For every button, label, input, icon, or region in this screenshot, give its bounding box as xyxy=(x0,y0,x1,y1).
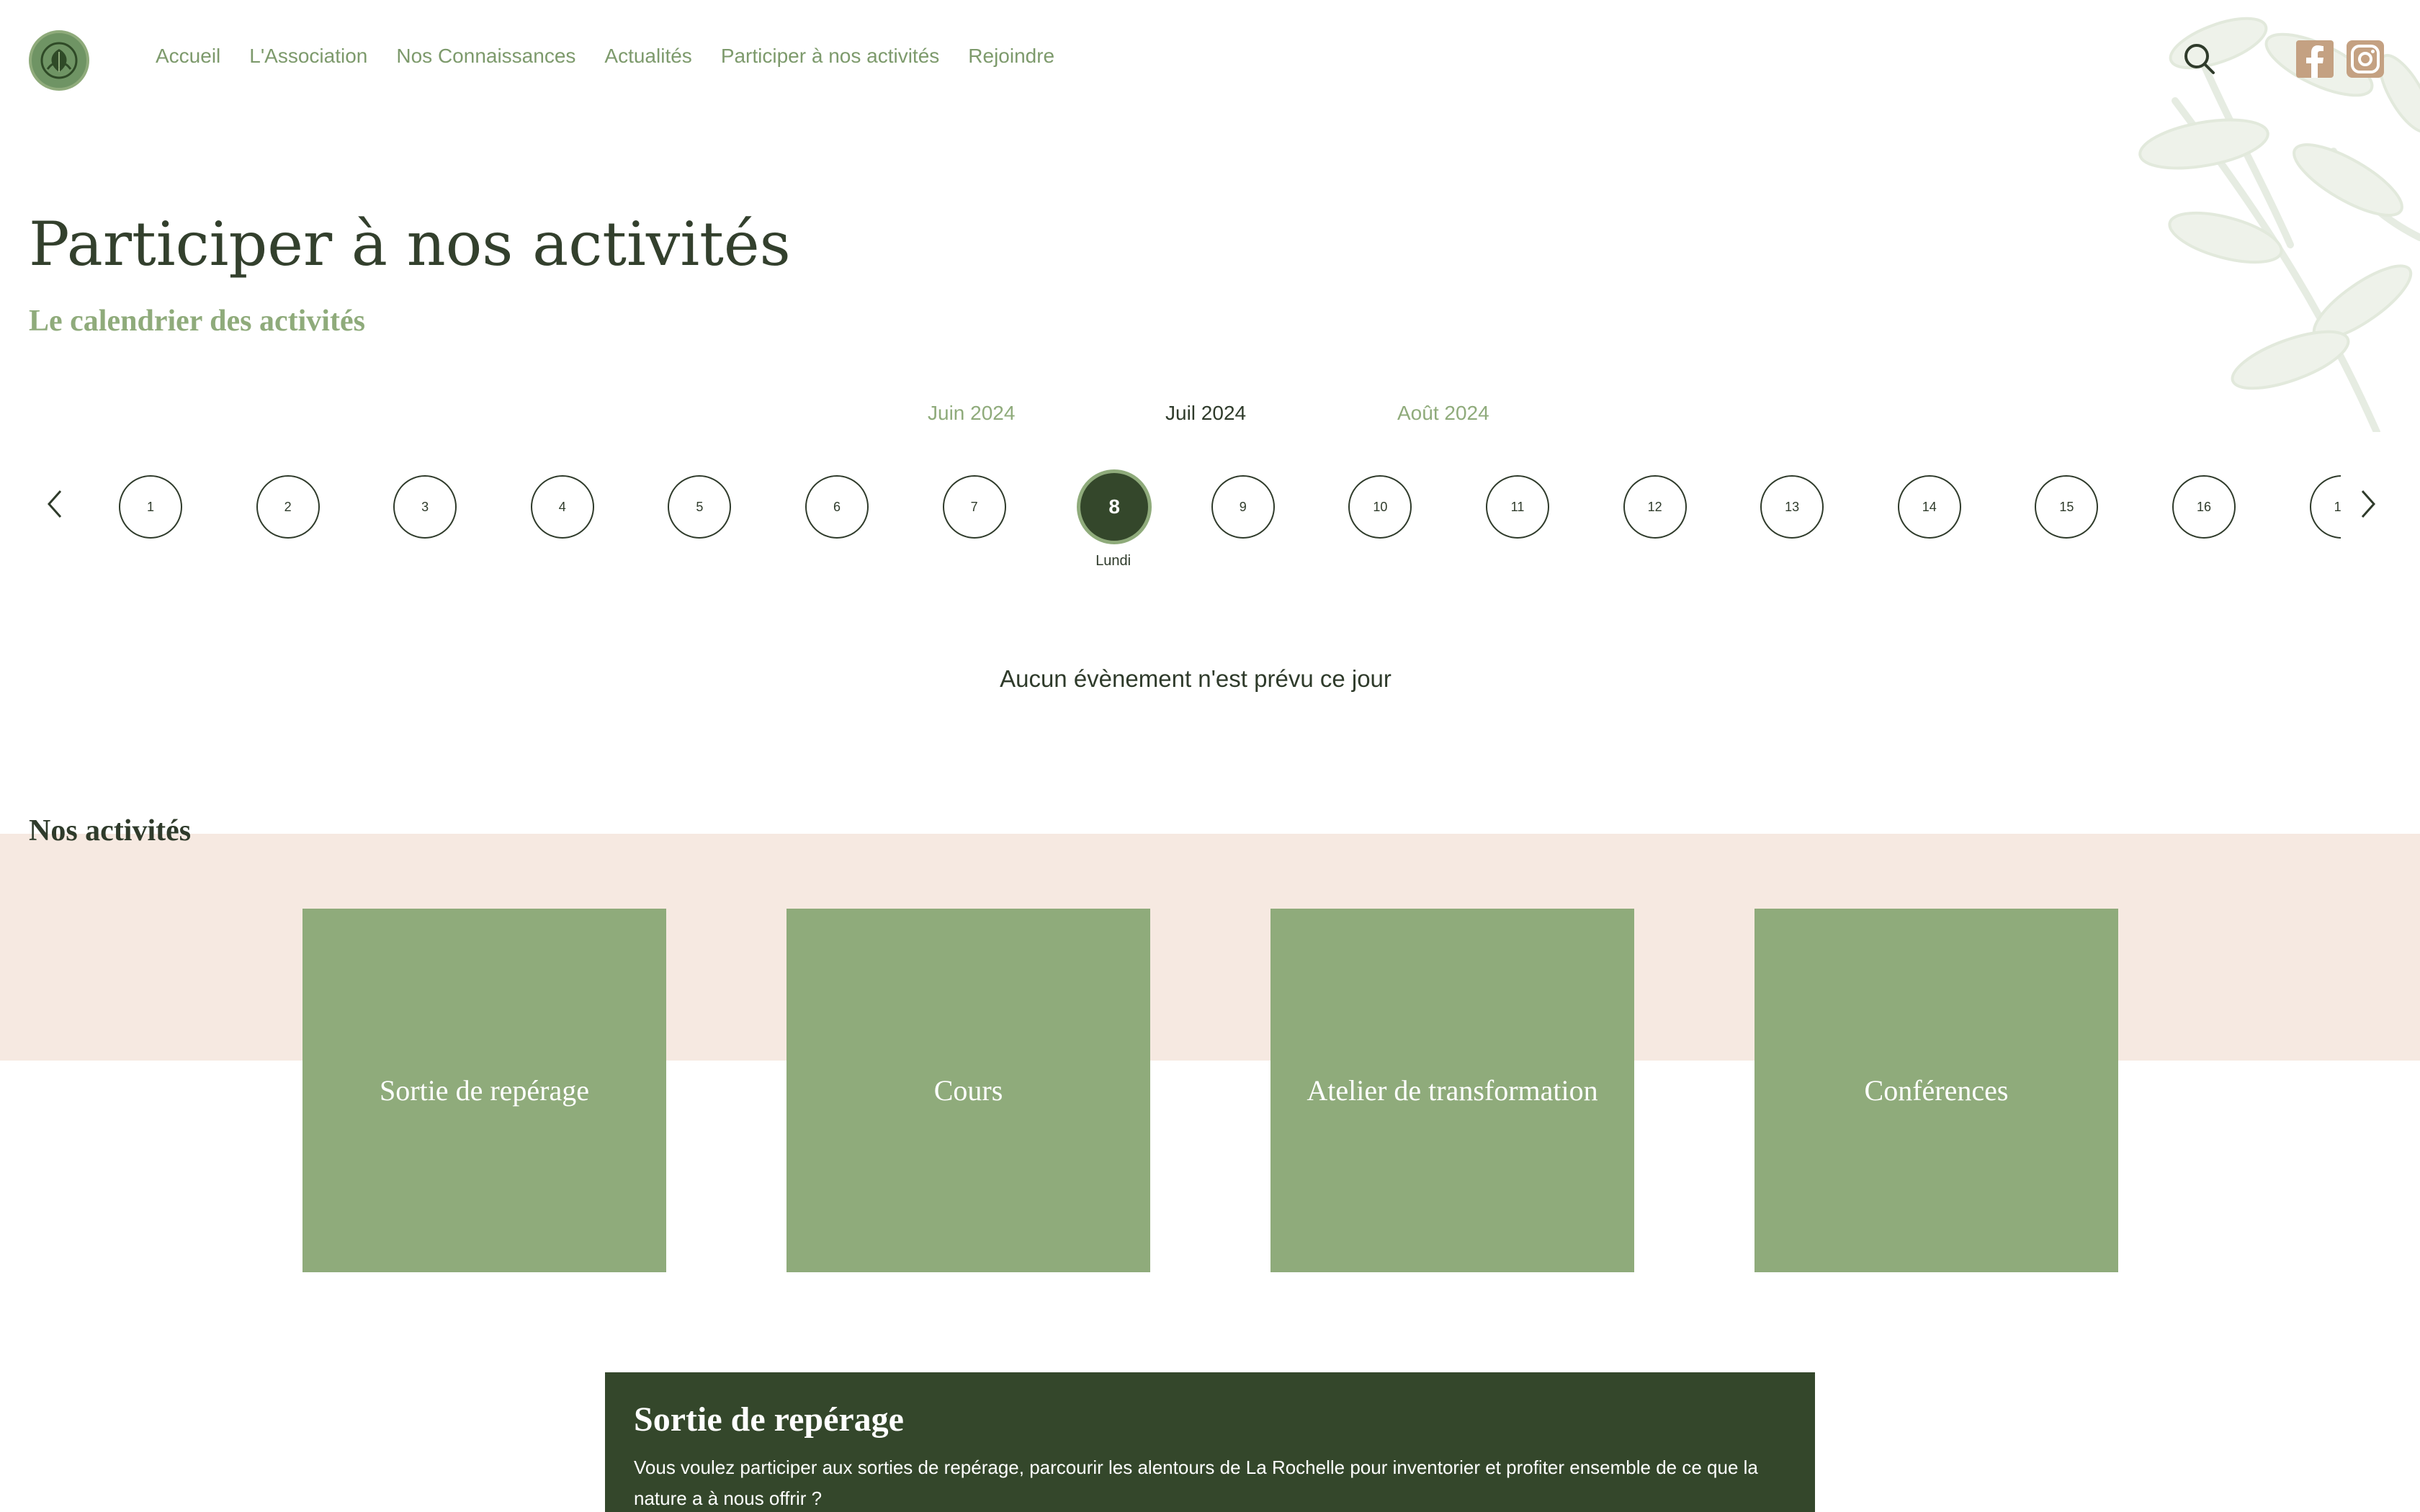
chevron-left-icon xyxy=(47,490,62,518)
day-circle-17[interactable]: 17 xyxy=(2309,475,2341,539)
nav-link-association[interactable]: L'Association xyxy=(249,45,367,68)
activity-card-label: Atelier de transformation xyxy=(1307,1074,1598,1107)
instagram-link[interactable] xyxy=(2347,40,2384,78)
day-circle-16[interactable]: 16 xyxy=(2172,475,2236,539)
main-navigation: Accueil L'Association Nos Connaissances … xyxy=(156,45,1054,68)
day-circle-5[interactable]: 5 xyxy=(668,475,732,539)
activity-card-sortie[interactable]: Sortie de repérage xyxy=(302,909,666,1272)
day-circle-3[interactable]: 3 xyxy=(393,475,457,539)
decorative-leaves xyxy=(2138,17,2420,432)
search-icon xyxy=(2184,44,2215,74)
leaf-logo-icon xyxy=(40,42,78,79)
activity-detail-text: Vous voulez participer aux sorties de re… xyxy=(634,1457,1758,1509)
day-circle-15[interactable]: 15 xyxy=(2035,475,2099,539)
day-circle-4[interactable]: 4 xyxy=(530,475,594,539)
activity-card-label: Sortie de repérage xyxy=(380,1074,589,1107)
activity-card-conferences[interactable]: Conférences xyxy=(1754,909,2118,1272)
nav-link-actualites[interactable]: Actualités xyxy=(604,45,691,68)
month-next[interactable]: Août 2024 xyxy=(1397,402,1489,425)
day-circle-1[interactable]: 1 xyxy=(119,475,182,539)
previous-days-button[interactable] xyxy=(37,482,73,526)
search-button[interactable] xyxy=(2182,42,2217,76)
day-circle-7[interactable]: 7 xyxy=(942,475,1006,539)
day-circle-14[interactable]: 14 xyxy=(1897,475,1961,539)
nav-link-accueil[interactable]: Accueil xyxy=(156,45,220,68)
activity-card-label: Cours xyxy=(933,1074,1003,1107)
days-viewport: 12345678Lundi91011121314151617 xyxy=(108,461,2341,590)
activity-card-cours[interactable]: Cours xyxy=(786,909,1150,1272)
page-title: Participer à nos activités xyxy=(29,209,791,279)
day-circle-13[interactable]: 13 xyxy=(1760,475,1824,539)
next-days-button[interactable] xyxy=(2349,482,2385,526)
day-circle-6[interactable]: 6 xyxy=(805,475,869,539)
instagram-icon xyxy=(2351,45,2380,73)
day-circle-8[interactable]: 8 xyxy=(1077,469,1152,544)
chevron-right-icon xyxy=(2361,490,2376,518)
selected-day-weekday: Lundi xyxy=(1095,553,1131,569)
activity-card-atelier[interactable]: Atelier de transformation xyxy=(1270,909,1634,1272)
empty-day-message: Aucun évènement n'est prévu ce jour xyxy=(1000,665,1392,692)
day-circle-10[interactable]: 10 xyxy=(1348,475,1412,539)
activity-card-label: Conférences xyxy=(1864,1074,2009,1107)
nav-link-connaissances[interactable]: Nos Connaissances xyxy=(396,45,575,68)
activities-section-title: Nos activités xyxy=(29,814,192,847)
day-circle-2[interactable]: 2 xyxy=(256,475,320,539)
activity-detail-title: Sortie de repérage xyxy=(634,1400,904,1439)
day-carousel: 12345678Lundi91011121314151617 xyxy=(0,461,2420,590)
site-logo[interactable] xyxy=(29,30,89,91)
activity-detail-panel: Sortie de repérage Vous voulez participe… xyxy=(605,1372,1815,1512)
day-circle-12[interactable]: 12 xyxy=(1623,475,1687,539)
month-previous[interactable]: Juin 2024 xyxy=(928,402,1015,425)
nav-link-participer[interactable]: Participer à nos activités xyxy=(721,45,939,68)
day-circle-9[interactable]: 9 xyxy=(1211,475,1275,539)
facebook-icon xyxy=(2306,45,2323,78)
day-circle-11[interactable]: 11 xyxy=(1486,475,1549,539)
facebook-link[interactable] xyxy=(2296,40,2334,78)
page-subtitle: Le calendrier des activités xyxy=(29,305,365,338)
month-current: Juil 2024 xyxy=(1165,402,1247,424)
nav-link-rejoindre[interactable]: Rejoindre xyxy=(968,45,1054,68)
